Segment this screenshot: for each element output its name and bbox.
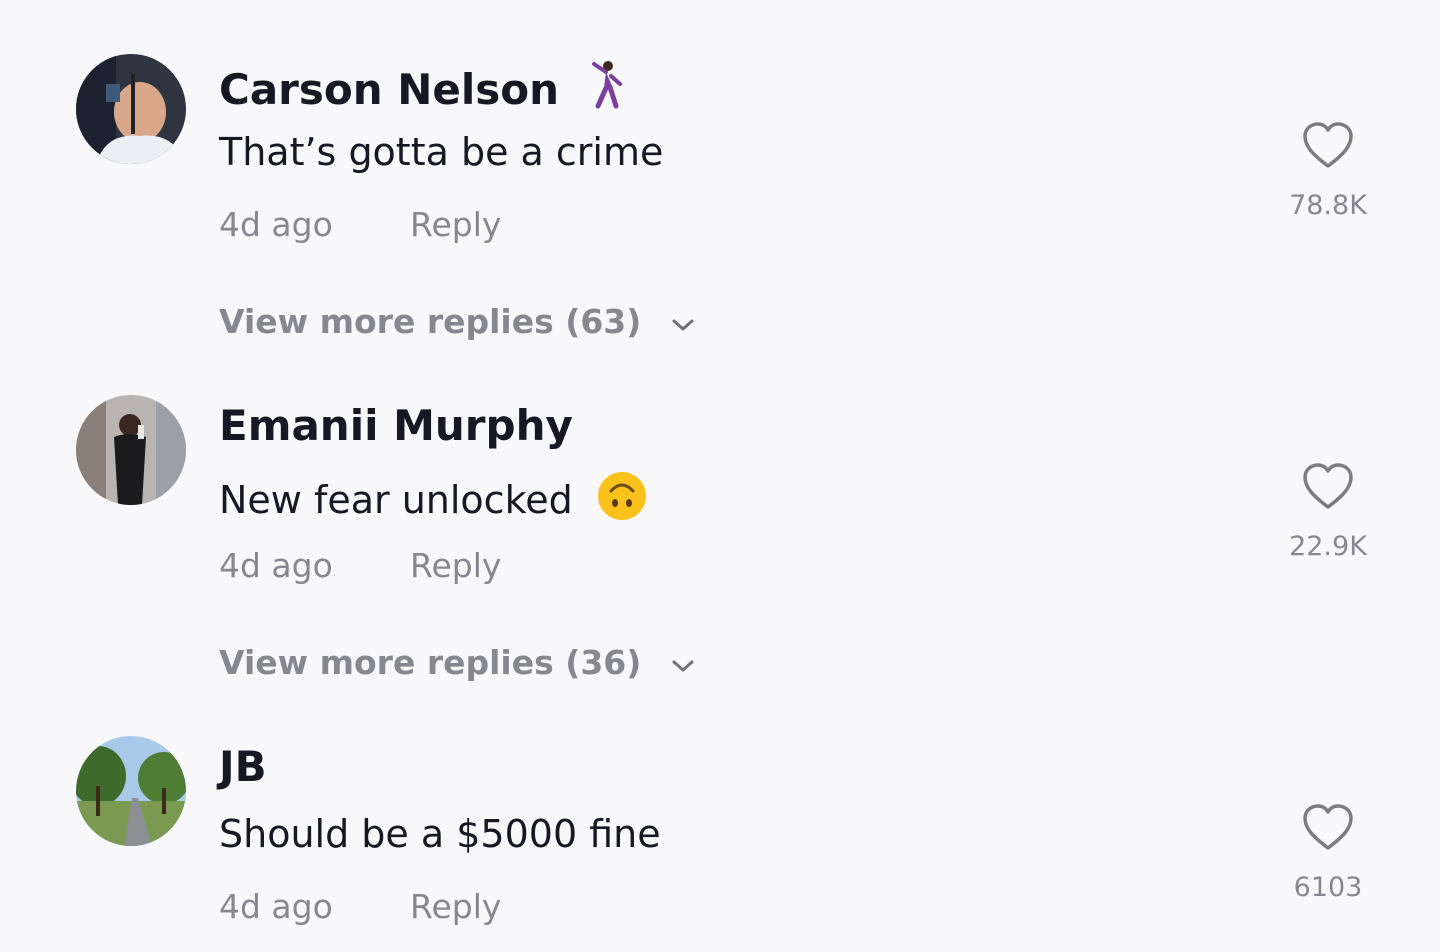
username[interactable]: JB xyxy=(219,742,267,791)
upside-down-face-emoji xyxy=(597,471,647,530)
like-count: 6103 xyxy=(1293,872,1363,903)
comment-item: Emanii Murphy New fear unlocked 4d ago R… xyxy=(0,341,1440,682)
like-count: 22.9K xyxy=(1289,531,1367,562)
timestamp: 4d ago xyxy=(219,205,333,244)
comment-text-content: New fear unlocked xyxy=(219,478,573,522)
comment-item: JB Should be a $5000 fine 4d ago Reply 6… xyxy=(0,682,1440,952)
avatar[interactable] xyxy=(76,54,186,164)
avatar[interactable] xyxy=(76,736,186,846)
tree-lined-road-avatar xyxy=(76,736,186,846)
timestamp: 4d ago xyxy=(219,546,333,585)
username-text: Emanii Murphy xyxy=(219,401,573,450)
reply-button[interactable]: Reply xyxy=(410,887,501,926)
comment-text: That’s gotta be a crime xyxy=(219,130,664,174)
username-text: JB xyxy=(219,742,267,791)
chevron-down-icon xyxy=(671,302,695,341)
like-button[interactable]: 6103 xyxy=(1278,804,1378,903)
view-more-label: View more replies (36) xyxy=(219,643,642,682)
username-text: Carson Nelson xyxy=(219,65,560,114)
username[interactable]: Carson Nelson xyxy=(219,60,626,120)
heart-icon xyxy=(1303,463,1353,509)
man-in-white-hoodie-avatar xyxy=(76,54,186,164)
comment-item: Carson Nelson That’s gotta be a crime 4d… xyxy=(0,0,1440,341)
like-button[interactable]: 22.9K xyxy=(1278,463,1378,562)
view-more-replies-button[interactable]: View more replies (36) xyxy=(219,643,695,682)
person-mirror-selfie-avatar xyxy=(76,395,186,505)
timestamp: 4d ago xyxy=(219,887,333,926)
view-more-label: View more replies (63) xyxy=(219,302,642,341)
comment-text: Should be a $5000 fine xyxy=(219,812,661,856)
comment-text: New fear unlocked xyxy=(219,471,647,530)
like-button[interactable]: 78.8K xyxy=(1278,122,1378,221)
username[interactable]: Emanii Murphy xyxy=(219,401,573,450)
like-count: 78.8K xyxy=(1289,190,1367,221)
heart-icon xyxy=(1303,122,1353,168)
reply-button[interactable]: Reply xyxy=(410,205,501,244)
reply-button[interactable]: Reply xyxy=(410,546,501,585)
chevron-down-icon xyxy=(671,643,695,682)
heart-icon xyxy=(1303,804,1353,850)
avatar[interactable] xyxy=(76,395,186,505)
view-more-replies-button[interactable]: View more replies (63) xyxy=(219,302,695,341)
dancing-man-emoji xyxy=(582,60,626,120)
